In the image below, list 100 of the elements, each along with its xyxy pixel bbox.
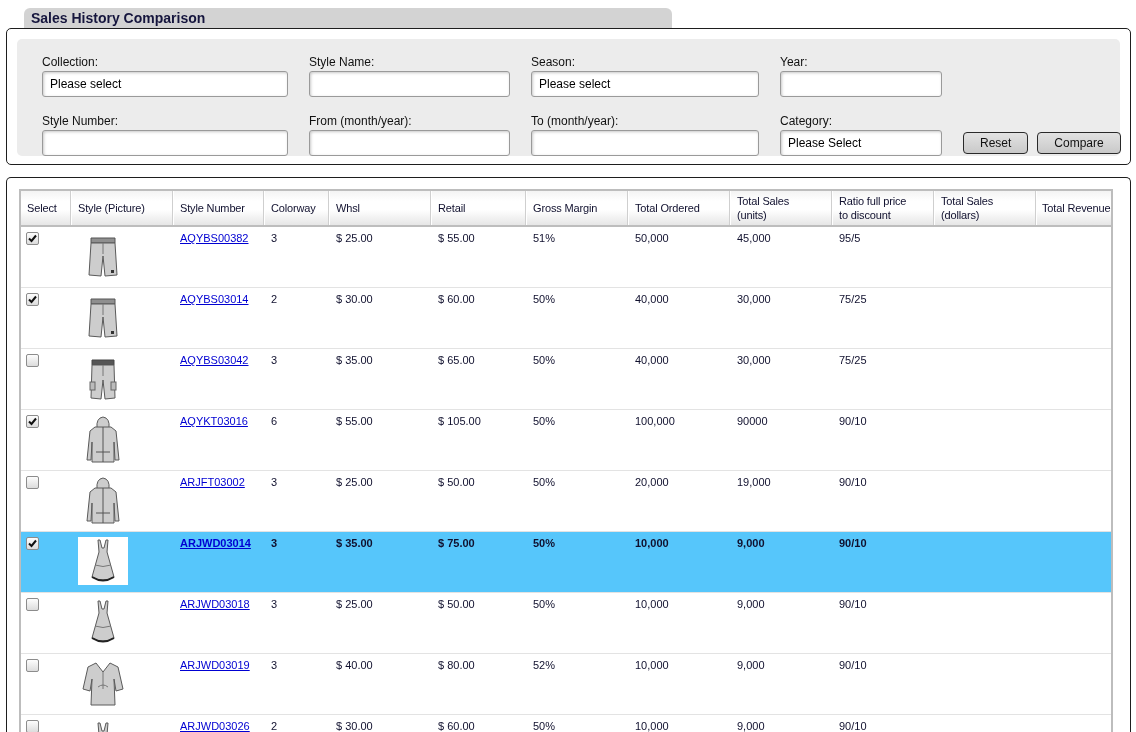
- column-header: Gross Margin: [533, 201, 598, 215]
- row-checkbox[interactable]: [26, 537, 39, 550]
- wholesale-price: $ 25.00: [336, 598, 373, 610]
- price-ratio: 75/25: [839, 293, 867, 305]
- table-row[interactable]: AQYBS03042 3 $ 35.00 $ 65.00 50% 40,000 30,000 75/25: [72, 349, 1111, 409]
- sales-quantity: 9,000: [737, 537, 765, 549]
- ordered-quantity: 50,000: [635, 232, 669, 244]
- colorway-value: 2: [271, 293, 278, 305]
- gross-margin-value: 50%: [533, 537, 556, 549]
- gross-margin-value: 52%: [533, 659, 556, 671]
- retail-price: $ 50.00: [438, 598, 475, 610]
- input-field[interactable]: [309, 130, 510, 156]
- row-checkbox[interactable]: [26, 598, 39, 611]
- style-number-link[interactable]: ARJFT03002: [180, 476, 245, 488]
- retail-price: $ 75.00: [438, 537, 475, 549]
- row-checkbox[interactable]: [26, 659, 39, 672]
- style-number-link[interactable]: AQYBS00382: [180, 232, 249, 244]
- price-ratio: 90/10: [839, 659, 867, 671]
- row-checkbox[interactable]: [26, 415, 39, 428]
- wholesale-price: $ 30.00: [336, 720, 373, 732]
- row-checkbox[interactable]: [26, 293, 39, 306]
- style-number-link[interactable]: ARJWD03018: [180, 598, 250, 610]
- price-ratio: 90/10: [839, 476, 867, 488]
- table-row[interactable]: ARJWD03014 3 $ 35.00 $ 75.00 50% 10,000 9,000 90/10: [72, 532, 1111, 592]
- field-label: Style Number:: [42, 114, 119, 128]
- style-number-link[interactable]: AQYBS03042: [180, 354, 249, 366]
- colorway-value: 3: [271, 537, 278, 549]
- dropdown-field[interactable]: Please select: [42, 70, 288, 97]
- table-row[interactable]: ARJWD03018 3 $ 25.00 $ 50.00 50% 10,000 9,000 90/10: [72, 593, 1111, 653]
- ordered-quantity: 10,000: [635, 598, 669, 610]
- column-header: Total Ordered: [635, 201, 700, 215]
- style-number-link[interactable]: ARJWD03026: [180, 720, 250, 732]
- table-row[interactable]: AQYBS00382 3 $ 25.00 $ 55.00 51% 50,000 45,000 95/5: [72, 227, 1111, 287]
- style-number-link[interactable]: AQYKT03016: [180, 415, 248, 427]
- table-row[interactable]: AQYKT03016 6 $ 55.00 $ 105.00 50% 100,000 90000 90/10: [72, 410, 1111, 470]
- sales-quantity: 30,000: [737, 293, 771, 305]
- reset-button[interactable]: Reset: [963, 132, 1029, 154]
- ordered-quantity: 40,000: [635, 354, 669, 366]
- dress-picture: [78, 537, 128, 585]
- sales-quantity: 19,000: [737, 476, 771, 488]
- retail-price: $ 50.00: [438, 476, 475, 488]
- column-header: Total Revenue: [1042, 201, 1111, 215]
- gross-margin-value: 51%: [533, 232, 556, 244]
- field-label: To (month/year):: [531, 114, 619, 128]
- dropdown-field[interactable]: Please Select: [780, 130, 942, 156]
- ordered-quantity: 10,000: [635, 537, 669, 549]
- field-label: Year:: [780, 54, 808, 69]
- gross-margin-value: 50%: [533, 598, 556, 610]
- colorway-value: 3: [271, 476, 278, 488]
- row-checkbox[interactable]: [26, 354, 39, 367]
- table-row[interactable]: ARJFT03002 3 $ 25.00 $ 50.00 50% 20,000 19,000 90/10: [72, 471, 1111, 531]
- colorway-value: 3: [271, 598, 278, 610]
- row-checkbox[interactable]: [26, 232, 39, 245]
- sales-quantity: 90000: [737, 415, 768, 427]
- wholesale-price: $ 25.00: [336, 232, 373, 244]
- column-header: Style Number: [180, 201, 245, 215]
- input-field[interactable]: [42, 130, 288, 156]
- field-label: From (month/year):: [309, 114, 412, 128]
- ordered-quantity: 20,000: [635, 476, 669, 488]
- style-number-link[interactable]: AQYBS03014: [180, 293, 249, 305]
- compare-button[interactable]: Compare: [1037, 132, 1121, 154]
- price-ratio: 90/10: [839, 598, 867, 610]
- column-header: Total Sales (dollars): [941, 194, 995, 222]
- table-row[interactable]: ARJWD03019 3 $ 40.00 $ 80.00 52% 10,000 9,000 90/10: [72, 654, 1111, 714]
- price-ratio: 90/10: [839, 720, 867, 732]
- style-number-link[interactable]: ARJWD03019: [180, 659, 250, 671]
- colorway-value: 6: [271, 415, 278, 427]
- section-title: Sales History Comparison: [24, 8, 672, 28]
- wholesale-price: $ 55.00: [336, 415, 373, 427]
- gross-margin-value: 50%: [533, 415, 556, 427]
- retail-price: $ 105.00: [438, 415, 481, 427]
- row-checkbox[interactable]: [26, 720, 39, 732]
- field-label: Collection:: [42, 54, 99, 69]
- retail-price: $ 65.00: [438, 354, 475, 366]
- table-row[interactable]: AQYBS03014 2 $ 30.00 $ 60.00 50% 40,000 30,000 75/25: [72, 288, 1111, 348]
- ordered-quantity: 10,000: [635, 720, 669, 732]
- gross-margin-value: 50%: [533, 354, 556, 366]
- wholesale-price: $ 40.00: [336, 659, 373, 671]
- column-header: Retail: [438, 201, 466, 215]
- dropdown-field[interactable]: Please select: [531, 70, 759, 97]
- column-header: Whsl: [336, 201, 360, 215]
- price-ratio: 75/25: [839, 354, 867, 366]
- price-ratio: 95/5: [839, 232, 861, 244]
- retail-price: $ 80.00: [438, 659, 475, 671]
- colorway-value: 2: [271, 720, 278, 732]
- gross-margin-value: 50%: [533, 476, 556, 488]
- gross-margin-value: 50%: [533, 293, 556, 305]
- wholesale-price: $ 35.00: [336, 354, 373, 366]
- colorway-value: 3: [271, 354, 278, 366]
- field-label: Category:: [780, 114, 833, 128]
- sales-quantity: 9,000: [737, 598, 765, 610]
- row-checkbox[interactable]: [26, 476, 39, 489]
- input-field[interactable]: [780, 70, 942, 97]
- input-field[interactable]: [531, 130, 759, 156]
- style-number-link[interactable]: ARJWD03014: [180, 537, 251, 549]
- retail-price: $ 60.00: [438, 720, 475, 732]
- table-row[interactable]: ARJWD03026 2 $ 30.00 $ 60.00 50% 10,000 9,000 90/10: [72, 715, 1111, 732]
- colorway-value: 3: [271, 659, 278, 671]
- column-header: Style (Picture): [78, 201, 145, 215]
- input-field[interactable]: [309, 70, 510, 97]
